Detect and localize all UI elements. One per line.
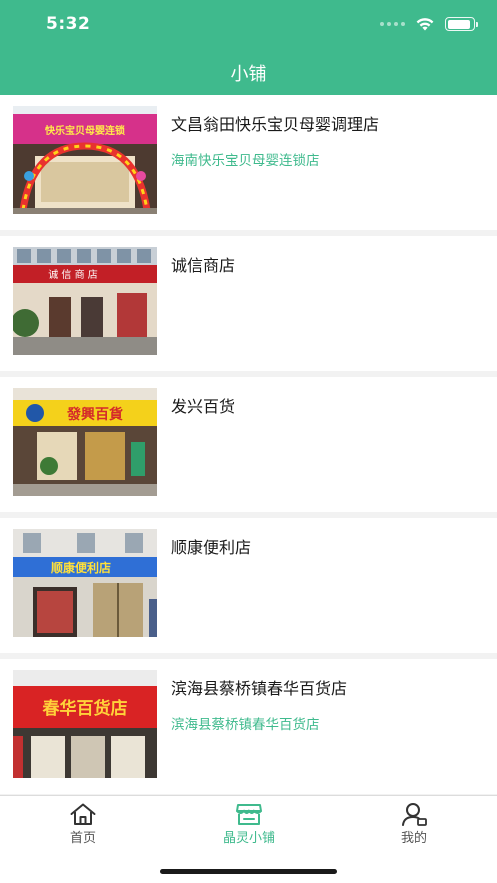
shop-icon [236,804,262,825]
svg-text:春华百货店: 春华百货店 [43,698,128,719]
store-card[interactable]: 快乐宝贝母婴连锁 文昌翁田快乐宝贝母婴调理店 海南快乐宝贝母婴连锁店 [0,95,497,230]
store-chain-label: 海南快乐宝贝母婴连锁店 [171,153,320,169]
svg-text:诚 信 商 店: 诚 信 商 店 [48,268,98,281]
store-card[interactable]: 發興百貨 发兴百货 [0,377,497,512]
svg-text:發興百貨: 發興百貨 [66,406,123,423]
store-photo: 诚 信 商 店 [13,247,157,355]
cellular-signal-icon [380,22,405,26]
tab-home[interactable]: 首页 [0,796,166,851]
store-name: 发兴百货 [171,397,236,416]
tab-home-label: 首页 [69,831,96,846]
store-photo: 顺康便利店 [13,529,157,637]
store-photo: 春华百货店 [13,670,157,778]
home-indicator[interactable] [160,869,337,874]
store-list[interactable]: 快乐宝贝母婴连锁 文昌翁田快乐宝贝母婴调理店 海南快乐宝贝母婴连锁店 诚 信 商… [0,95,497,795]
wifi-icon [416,17,434,30]
store-name: 滨海县蔡桥镇春华百货店 [171,679,348,698]
store-name: 文昌翁田快乐宝贝母婴调理店 [171,115,380,134]
store-photo: 快乐宝贝母婴连锁 [13,106,157,214]
svg-text:顺康便利店: 顺康便利店 [51,560,111,575]
tab-profile-label: 我的 [400,831,427,846]
store-name: 诚信商店 [171,256,236,275]
page-title: 小铺 [230,64,267,85]
profile-icon [402,803,427,826]
svg-text:快乐宝贝母婴连锁: 快乐宝贝母婴连锁 [44,124,125,137]
app-header: 5:32 小铺 [0,0,497,95]
store-card[interactable]: 春华百货店 滨海县蔡桥镇春华百货店 滨海县蔡桥镇春华百货店 [0,659,497,794]
battery-icon [445,17,478,31]
tab-shop[interactable]: 晶灵小铺 [166,796,332,851]
store-photo: 發興百貨 [13,388,157,496]
battery-level [447,19,470,29]
store-name: 顺康便利店 [171,538,252,557]
tab-shop-label: 晶灵小铺 [222,831,275,846]
status-indicators [380,15,478,33]
tab-profile[interactable]: 我的 [331,796,497,851]
store-card[interactable]: 顺康便利店 顺康便利店 [0,518,497,653]
home-icon [70,803,96,825]
store-chain-label: 滨海县蔡桥镇春华百货店 [171,717,320,733]
store-card[interactable]: 诚 信 商 店 诚信商店 [0,236,497,371]
status-time: 5:32 [46,14,91,34]
